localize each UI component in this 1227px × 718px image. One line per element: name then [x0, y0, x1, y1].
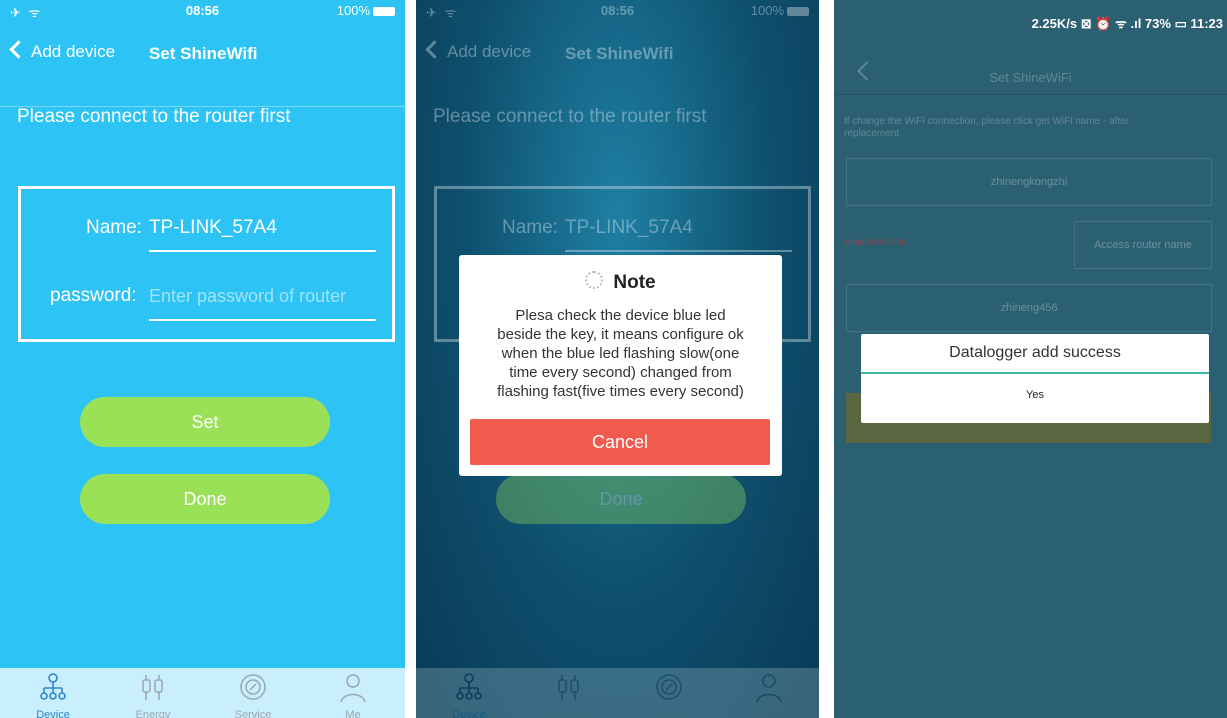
status-bar: ✈ ᯤ 08:56 100%: [416, 0, 819, 22]
name-underline: [565, 250, 792, 252]
hint-line: replacement: [844, 128, 900, 139]
back-button[interactable]: Add device: [9, 40, 116, 62]
page-title: Set ShineWifi: [565, 44, 674, 63]
phone-screen-set-shinewifi: ✈ ᯤ 08:56 100% Add device Set ShineWifi …: [0, 0, 405, 718]
tab-energy-label: Energy: [135, 709, 171, 718]
battery-percent: 100%: [750, 3, 784, 18]
chevron-left-icon: [425, 40, 444, 59]
battery-percent: 100%: [336, 3, 370, 18]
password-field: zhineng456: [846, 284, 1212, 332]
tab-me[interactable]: Me: [303, 668, 403, 718]
router-name-field: TP-LINK_57A4: [565, 217, 693, 238]
me-person-icon: [340, 674, 366, 703]
success-dialog: Datalogger add success Yes: [861, 334, 1209, 423]
tab-energy: Energy: [519, 668, 619, 718]
password-field[interactable]: Enter password of router: [149, 286, 346, 307]
instruction-text: Please connect to the router first: [17, 106, 291, 127]
dialog-line: beside the key, it means configure ok: [497, 326, 744, 343]
battery-status: 100%: [337, 3, 395, 18]
battery-icon: [373, 7, 395, 16]
page-title: Set ShineWifi: [149, 44, 258, 63]
chevron-left-icon: [9, 40, 28, 59]
header-divider: [834, 94, 1227, 95]
back-button: Add device: [425, 40, 532, 62]
page-title: Set ShineWiFi: [989, 70, 1072, 85]
router-name-field[interactable]: TP-LINK_57A4: [149, 217, 277, 239]
mode-label: Mode:WPA2-PSK: [844, 238, 907, 247]
dialog-line: Plesa check the device blue led: [515, 307, 726, 324]
back-label: Add device: [31, 42, 116, 61]
status-bar: ✈ ᯤ 08:56 100%: [0, 0, 405, 22]
nav-bar: Add device Set ShineWifi: [416, 36, 819, 76]
tab-service-label: Service: [650, 709, 688, 718]
wifi-change-hint: If change the WiFi connection, please cl…: [844, 116, 1207, 140]
loading-spinner-icon: [585, 271, 604, 289]
router-name-field: Access router name: [1074, 221, 1212, 269]
instruction-text: Please connect to the router first: [433, 106, 707, 127]
note-dialog: Note Plesa check the device blue led bes…: [459, 255, 782, 476]
android-status-bar: 2.25K/s ⊠ ⏰ ᯤ .ıl 73% ▭ 11:23: [1031, 16, 1223, 31]
tab-me: Me: [719, 668, 819, 718]
ssid-field: zhinengkongzhi: [846, 158, 1212, 206]
phone-screen-android-success: 2.25K/s ⊠ ⏰ ᯤ .ıl 73% ▭ 11:23 Set ShineW…: [834, 0, 1227, 718]
name-label: Name:: [86, 217, 142, 238]
tab-me-label: Me: [345, 709, 361, 718]
name-underline: [149, 250, 376, 252]
phone-screen-note-dialog: ✈ ᯤ 08:56 100% Add device Set ShineWifi …: [416, 0, 819, 718]
device-tree-icon: [40, 673, 66, 700]
password-underline: [149, 319, 376, 321]
tab-device-label: Device: [36, 709, 70, 718]
dialog-divider: [861, 372, 1209, 374]
tab-service[interactable]: Service: [203, 668, 303, 718]
hint-line: If change the WiFi connection, please cl…: [844, 116, 1130, 127]
tab-me-label: Me: [761, 709, 777, 718]
back-label: Add device: [447, 42, 532, 61]
done-button: Done: [496, 474, 746, 524]
me-person-icon: [756, 674, 782, 703]
tab-bar: Device Energy Service Me: [416, 668, 819, 718]
dialog-message: Datalogger add success: [949, 344, 1121, 361]
nav-bar: Add device Set ShineWifi: [0, 36, 405, 76]
tab-service-label: Service: [234, 709, 272, 718]
tab-device: Device: [419, 668, 519, 718]
yes-button[interactable]: Yes: [861, 389, 1209, 401]
router-credentials-box: Name: TP-LINK_57A4 password: Enter passw…: [18, 186, 395, 342]
dialog-line: time every second) changed from: [509, 364, 732, 381]
tab-device-label: Device: [452, 709, 486, 718]
tab-bar: Device Energy Service Me: [0, 668, 405, 718]
dialog-title-row: Note: [459, 271, 782, 294]
password-label: password:: [50, 285, 137, 306]
dialog-message: Plesa check the device blue led beside t…: [467, 306, 774, 401]
set-button[interactable]: Set: [80, 397, 330, 447]
energy-plug-icon: [142, 675, 163, 700]
energy-plug-icon: [558, 675, 579, 700]
service-compass-icon: [656, 674, 682, 700]
dialog-title: Note: [613, 272, 656, 293]
dialog-line: when the blue led flashing slow(one: [501, 345, 740, 362]
tab-energy[interactable]: Energy: [103, 668, 203, 718]
device-tree-icon: [456, 673, 482, 700]
tab-service: Service: [619, 668, 719, 718]
battery-icon: [787, 7, 809, 16]
name-label: Name:: [502, 217, 558, 238]
tab-energy-label: Energy: [551, 709, 587, 718]
battery-status: 100%: [751, 3, 809, 18]
service-compass-icon: [240, 674, 266, 700]
cancel-button[interactable]: Cancel: [470, 419, 770, 465]
dialog-line: flashing fast(five times every second): [497, 383, 744, 400]
done-button[interactable]: Done: [80, 474, 330, 524]
tab-device[interactable]: Device: [3, 668, 103, 718]
